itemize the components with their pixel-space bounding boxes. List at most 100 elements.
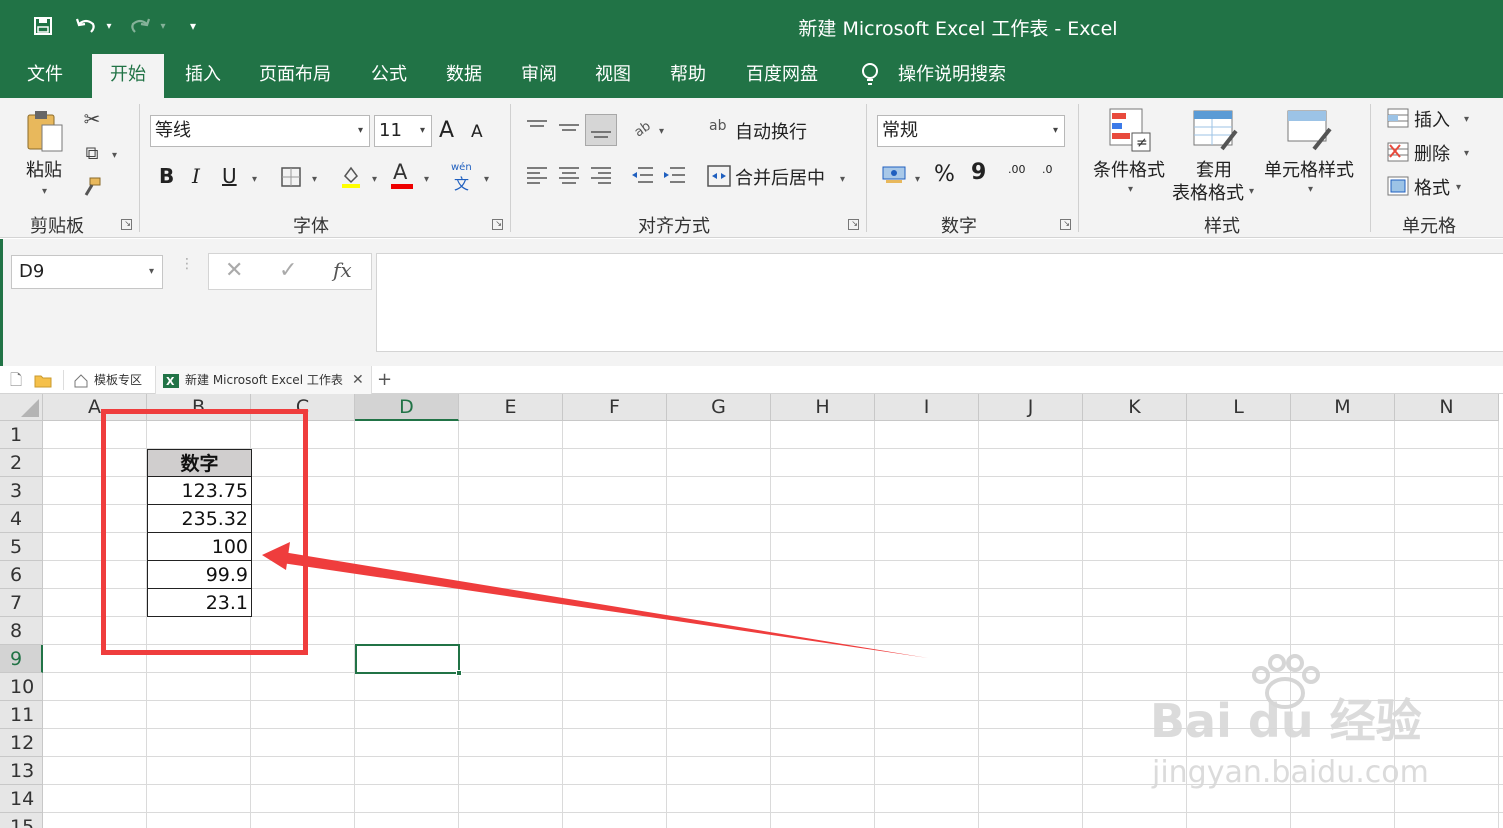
delete-dropdown-icon[interactable]: ▾ (1464, 148, 1469, 159)
row-header-3[interactable]: 3 (0, 477, 43, 505)
column-header-E[interactable]: E (459, 394, 563, 421)
borders-dropdown-icon[interactable]: ▾ (312, 174, 317, 185)
row-header-11[interactable]: 11 (0, 701, 43, 729)
tab-insert[interactable]: 插入 (185, 52, 221, 98)
format-table-dropdown-icon[interactable]: ▾ (1249, 186, 1254, 197)
row-header-8[interactable]: 8 (0, 617, 43, 645)
template-tab[interactable]: 模板专区 (94, 366, 142, 394)
number-format-dropdown[interactable]: 常规 ▾ (877, 115, 1065, 147)
column-header-I[interactable]: I (875, 394, 979, 421)
borders-icon[interactable] (278, 164, 304, 190)
increase-decimal-button[interactable]: .00 (1008, 164, 1026, 175)
delete-cells-icon[interactable] (1386, 141, 1410, 163)
clipboard-launcher-icon[interactable]: ↘ (121, 219, 132, 230)
conditional-formatting-icon[interactable]: ≠ (1106, 106, 1154, 154)
align-middle-icon[interactable] (556, 114, 582, 140)
file-tab-label[interactable]: 新建 Microsoft Excel 工作表 (185, 366, 343, 394)
phonetic-dropdown-icon[interactable]: ▾ (484, 174, 489, 185)
tab-help[interactable]: 帮助 (670, 52, 706, 98)
number-launcher-icon[interactable]: ↘ (1060, 219, 1071, 230)
align-right-icon[interactable] (588, 162, 614, 188)
orientation-dropdown-icon[interactable]: ▾ (659, 126, 664, 137)
font-color-dropdown-icon[interactable]: ▾ (424, 174, 429, 185)
insert-cells-icon[interactable] (1386, 107, 1410, 129)
decrease-font-size-button[interactable]: A (471, 122, 483, 142)
column-header-H[interactable]: H (771, 394, 875, 421)
phonetic-guide-icon[interactable]: 文 (454, 173, 469, 194)
format-as-table-button-line2[interactable]: 表格格式 (1172, 179, 1244, 205)
close-tab-icon[interactable]: ✕ (352, 366, 364, 394)
row-header-7[interactable]: 7 (0, 589, 43, 617)
merge-center-icon[interactable] (706, 164, 732, 188)
underline-button[interactable]: U (222, 164, 237, 188)
cut-icon[interactable]: ✂ (80, 106, 104, 132)
font-launcher-icon[interactable]: ↘ (492, 219, 503, 230)
alignment-launcher-icon[interactable]: ↘ (848, 219, 859, 230)
tab-formulas[interactable]: 公式 (371, 52, 407, 98)
cell-styles-icon[interactable] (1284, 108, 1334, 156)
add-tab-button[interactable]: + (377, 366, 392, 394)
column-header-L[interactable]: L (1187, 394, 1291, 421)
format-dropdown-icon[interactable]: ▾ (1456, 182, 1461, 193)
merge-center-button[interactable]: 合并后居中 (735, 164, 825, 190)
bold-button[interactable]: B (159, 164, 174, 188)
increase-font-size-button[interactable]: A (439, 118, 454, 143)
cell-styles-button[interactable]: 单元格样式 (1264, 156, 1354, 182)
increase-indent-icon[interactable] (660, 162, 688, 188)
underline-dropdown-icon[interactable]: ▾ (252, 174, 257, 185)
lightbulb-icon[interactable] (860, 52, 880, 98)
tab-data[interactable]: 数据 (446, 52, 482, 98)
italic-button[interactable]: I (192, 164, 200, 188)
fill-color-icon[interactable] (338, 162, 364, 190)
row-header-9[interactable]: 9 (0, 645, 43, 673)
font-name-dropdown[interactable]: 等线 ▾ (150, 115, 370, 147)
row-header-4[interactable]: 4 (0, 505, 43, 533)
insert-dropdown-icon[interactable]: ▾ (1464, 114, 1469, 125)
home-icon[interactable] (73, 366, 89, 394)
insert-function-button[interactable]: fx (333, 258, 352, 282)
align-center-icon[interactable] (556, 162, 582, 188)
wrap-text-icon[interactable]: ab (709, 118, 726, 134)
conditional-formatting-button[interactable]: 条件格式 (1093, 156, 1165, 182)
active-cell-D9[interactable] (355, 644, 460, 674)
tab-home[interactable]: 开始 (92, 54, 164, 98)
select-all-button[interactable] (0, 394, 43, 421)
row-header-10[interactable]: 10 (0, 673, 43, 701)
accounting-format-icon[interactable] (880, 162, 910, 188)
delete-cells-button[interactable]: 删除 (1414, 140, 1450, 166)
row-header-14[interactable]: 14 (0, 785, 43, 813)
row-header-1[interactable]: 1 (0, 421, 43, 449)
row-header-6[interactable]: 6 (0, 561, 43, 589)
orientation-icon[interactable]: ab (630, 114, 656, 140)
row-header-12[interactable]: 12 (0, 729, 43, 757)
paste-icon[interactable] (22, 106, 68, 156)
tab-file[interactable]: 文件 (27, 52, 63, 98)
cell-styles-dropdown-icon[interactable]: ▾ (1308, 184, 1313, 195)
merge-dropdown-icon[interactable]: ▾ (840, 174, 845, 185)
column-header-G[interactable]: G (667, 394, 771, 421)
column-header-J[interactable]: J (979, 394, 1083, 421)
folder-icon[interactable] (34, 366, 52, 394)
row-header-15[interactable]: 15 (0, 813, 43, 828)
tab-view[interactable]: 视图 (595, 52, 631, 98)
decrease-indent-icon[interactable] (628, 162, 656, 188)
phonetic-guide-top[interactable]: wén (451, 162, 472, 173)
enter-icon[interactable]: ✓ (279, 258, 297, 283)
copy-dropdown-icon[interactable]: ▾ (112, 150, 117, 161)
drag-handle-icon[interactable]: ⋮ (180, 257, 194, 283)
percent-style-button[interactable]: % (934, 162, 955, 187)
row-header-5[interactable]: 5 (0, 533, 43, 561)
align-left-icon[interactable] (524, 162, 550, 188)
format-cells-button[interactable]: 格式 (1414, 174, 1450, 200)
align-bottom-icon[interactable] (585, 114, 617, 146)
column-header-K[interactable]: K (1083, 394, 1187, 421)
row-header-2[interactable]: 2 (0, 449, 43, 477)
column-header-F[interactable]: F (563, 394, 667, 421)
insert-cells-button[interactable]: 插入 (1414, 106, 1450, 132)
align-top-icon[interactable] (524, 114, 550, 140)
decrease-decimal-button[interactable]: .0 (1042, 164, 1053, 175)
tell-me-search[interactable]: 操作说明搜索 (898, 52, 1006, 98)
copy-icon[interactable]: ⧉ (80, 140, 104, 166)
column-header-D[interactable]: D (355, 394, 459, 421)
fill-color-dropdown-icon[interactable]: ▾ (372, 174, 377, 185)
